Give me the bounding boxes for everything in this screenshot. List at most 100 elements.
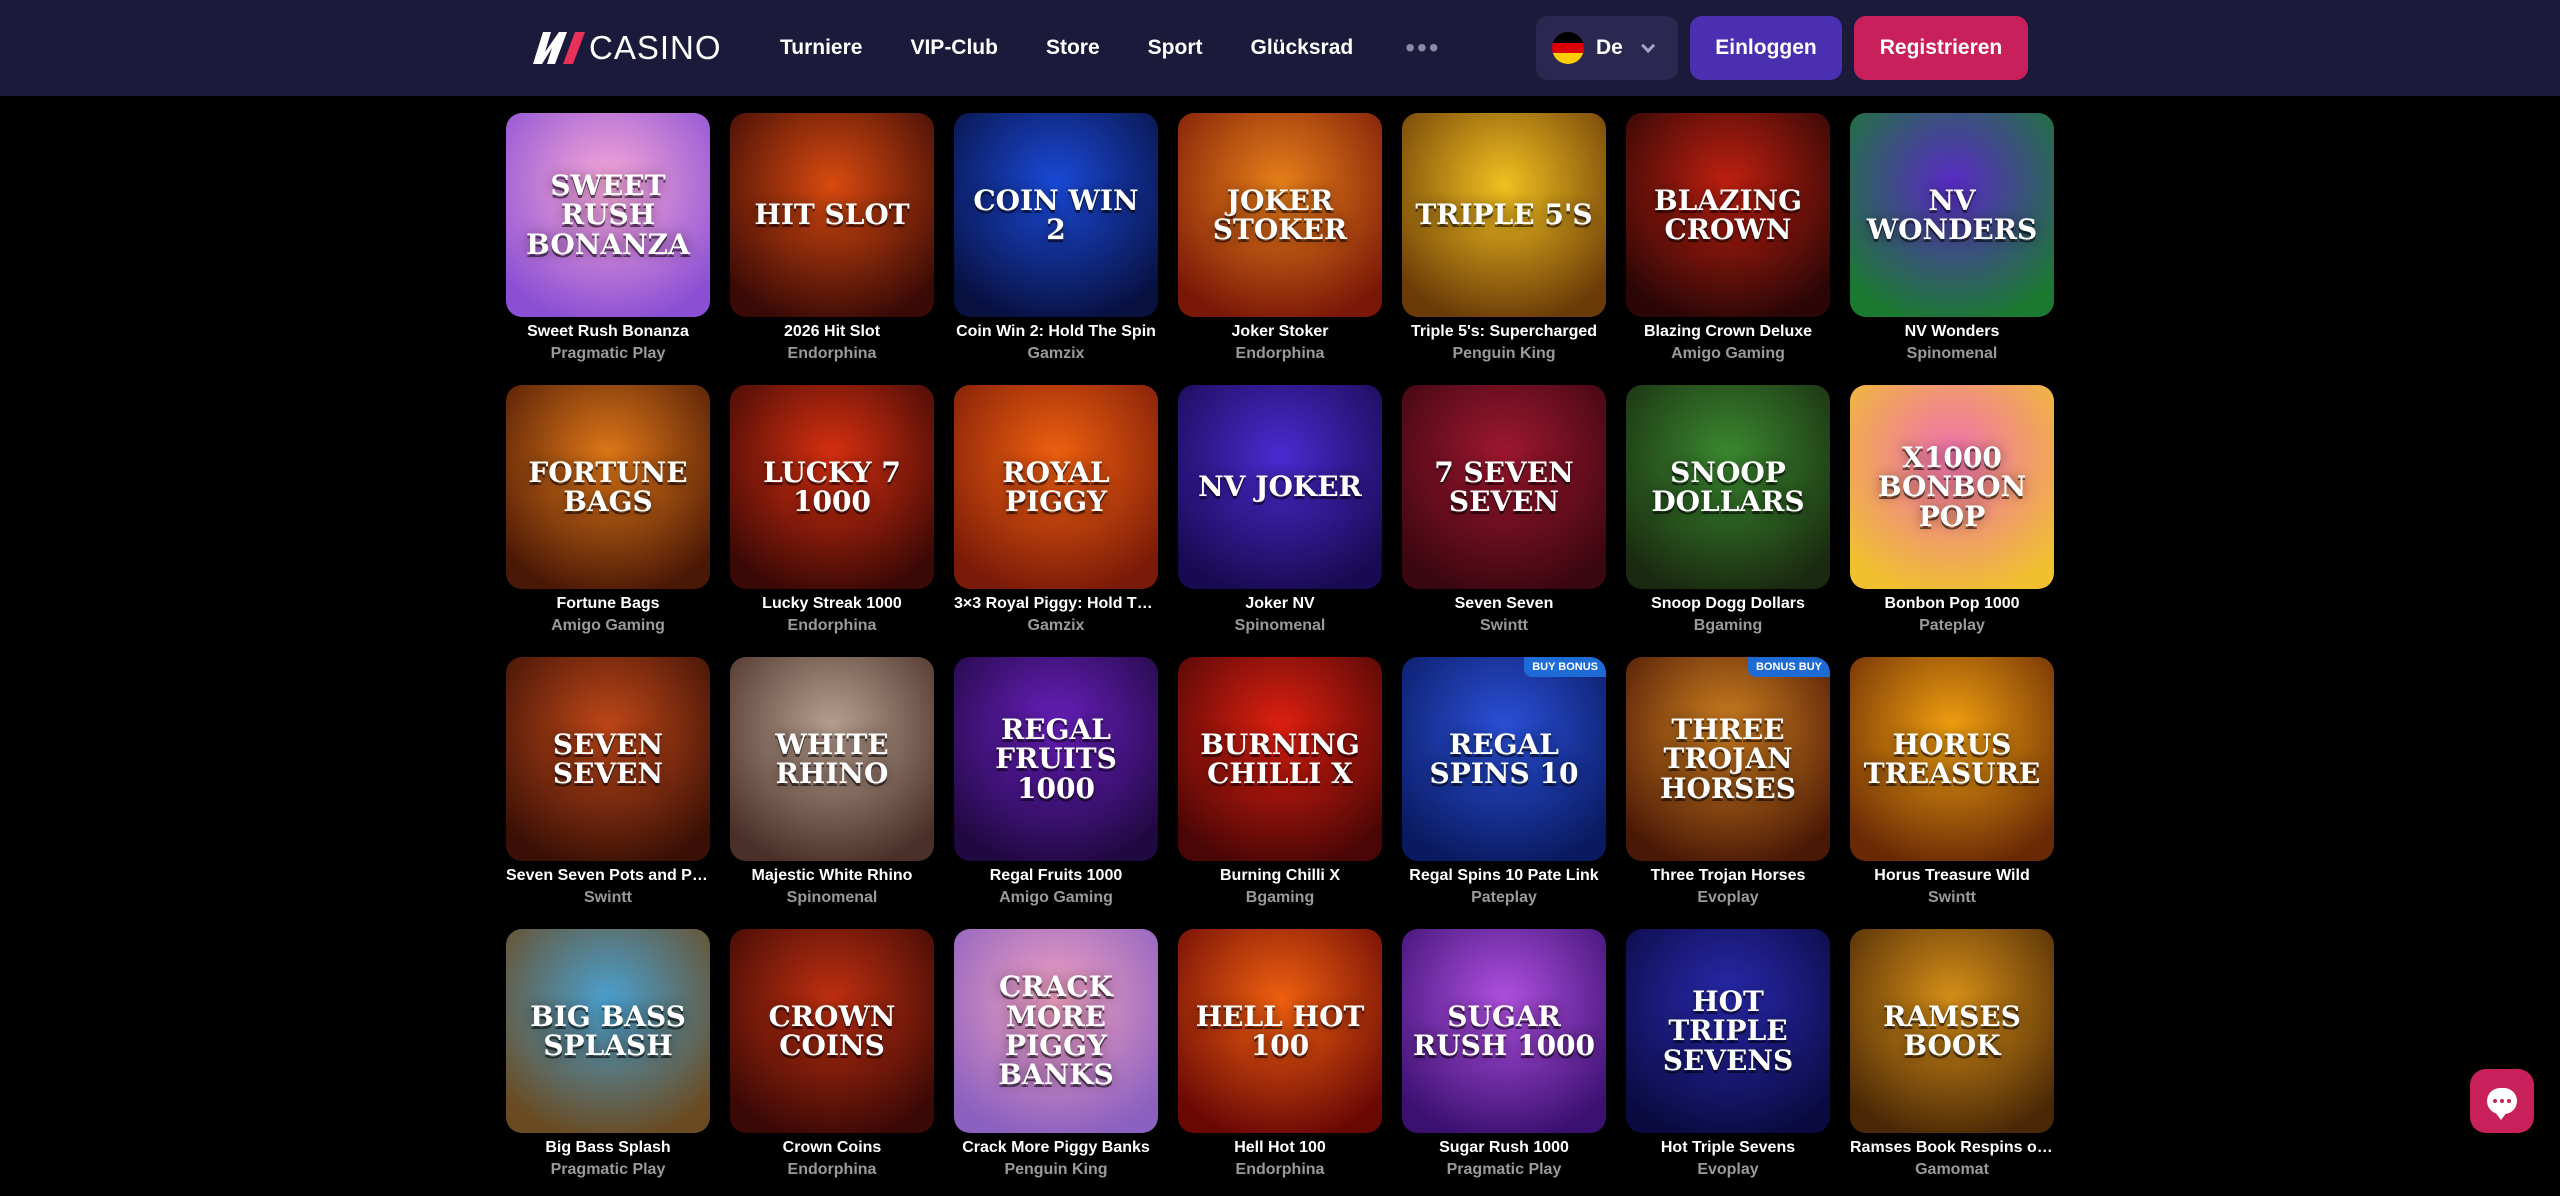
game-name[interactable]: Joker Stoker: [1178, 323, 1382, 341]
game-thumbnail[interactable]: Regal Spins 10 BUY BONUS: [1402, 657, 1606, 861]
game-tile[interactable]: Lucky 7 1000 Lucky Streak 1000 Endorphina: [730, 385, 934, 657]
game-name[interactable]: Hot Triple Sevens: [1626, 1139, 1830, 1157]
game-name[interactable]: Fortune Bags: [506, 595, 710, 613]
game-name[interactable]: Seven Seven: [1402, 595, 1606, 613]
nav-gluecksrad[interactable]: Glücksrad: [1250, 36, 1353, 60]
game-name[interactable]: Horus Treasure Wild: [1850, 867, 2054, 885]
game-thumbnail[interactable]: x1000 Bonbon Pop: [1850, 385, 2054, 589]
game-thumbnail[interactable]: Crack More Piggy Banks: [954, 929, 1158, 1133]
game-thumbnail[interactable]: Royal Piggy: [954, 385, 1158, 589]
game-tile[interactable]: Horus Treasure Horus Treasure Wild Swintt: [1850, 657, 2054, 929]
game-thumbnail[interactable]: Fortune Bags: [506, 385, 710, 589]
game-art-title: Triple 5's: [1415, 198, 1593, 232]
game-tile[interactable]: Three Trojan Horses BONUS BUY Three Trojan…: [1626, 657, 1830, 929]
game-tile[interactable]: Sugar Rush 1000 Sugar Rush 1000 Pragmatic …: [1402, 929, 1606, 1196]
game-name[interactable]: 2026 Hit Slot: [730, 323, 934, 341]
game-thumbnail[interactable]: White Rhino: [730, 657, 934, 861]
game-art-title: Fortune Bags: [528, 455, 688, 518]
game-tile[interactable]: White Rhino Majestic White Rhino Spinomena…: [730, 657, 934, 929]
game-name[interactable]: Sugar Rush 1000: [1402, 1139, 1606, 1157]
game-thumbnail[interactable]: Big Bass Splash: [506, 929, 710, 1133]
casino-logo[interactable]: CASINO: [533, 28, 722, 68]
nav-sport[interactable]: Sport: [1148, 36, 1203, 60]
game-tile[interactable]: Big Bass Splash Big Bass Splash Pragmatic …: [506, 929, 710, 1196]
game-thumbnail[interactable]: Hot Triple Sevens: [1626, 929, 1830, 1133]
game-tile[interactable]: 7 Seven Seven Seven Seven Swintt: [1402, 385, 1606, 657]
nav-vip-club[interactable]: VIP-Club: [910, 36, 998, 60]
game-tile[interactable]: NV Wonders NV Wonders Spinomenal: [1850, 113, 2054, 385]
game-thumbnail[interactable]: Joker Stoker: [1178, 113, 1382, 317]
game-name[interactable]: Regal Spins 10 Pate Link: [1402, 867, 1606, 885]
nav-turniere[interactable]: Turniere: [780, 36, 862, 60]
game-tile[interactable]: Triple 5's Triple 5's: Supercharged Pengui…: [1402, 113, 1606, 385]
game-name[interactable]: Lucky Streak 1000: [730, 595, 934, 613]
game-thumbnail[interactable]: Ramses Book: [1850, 929, 2054, 1133]
game-name[interactable]: Big Bass Splash: [506, 1139, 710, 1157]
game-thumbnail[interactable]: NV Joker: [1178, 385, 1382, 589]
game-name[interactable]: Blazing Crown Deluxe: [1626, 323, 1830, 341]
game-art-title: Coin Win 2: [973, 183, 1139, 246]
game-tile[interactable]: Joker Stoker Joker Stoker Endorphina: [1178, 113, 1382, 385]
nav-store[interactable]: Store: [1046, 36, 1100, 60]
game-tile[interactable]: Crown Coins Crown Coins Endorphina: [730, 929, 934, 1196]
game-tile[interactable]: Royal Piggy 3×3 Royal Piggy: Hold The Spi…: [954, 385, 1158, 657]
game-thumbnail[interactable]: 7 Seven Seven: [1402, 385, 1606, 589]
game-tile[interactable]: Blazing Crown Blazing Crown Deluxe Amigo G…: [1626, 113, 1830, 385]
chat-button[interactable]: [2470, 1069, 2534, 1133]
game-name[interactable]: Crack More Piggy Banks: [954, 1139, 1158, 1157]
game-name[interactable]: Joker NV: [1178, 595, 1382, 613]
game-provider: Pateplay: [1471, 889, 1537, 906]
game-provider: Evoplay: [1697, 889, 1759, 906]
game-name[interactable]: Triple 5's: Supercharged: [1402, 323, 1606, 341]
game-name[interactable]: Seven Seven Pots and Pearls: [506, 867, 710, 885]
game-tile[interactable]: Hit Slot 2026 Hit Slot Endorphina: [730, 113, 934, 385]
game-tile[interactable]: Regal Spins 10 BUY BONUS Regal Spins 10 Pa…: [1402, 657, 1606, 929]
language-selector[interactable]: De: [1536, 16, 1678, 80]
game-thumbnail[interactable]: NV Wonders: [1850, 113, 2054, 317]
game-thumbnail[interactable]: Crown Coins: [730, 929, 934, 1133]
game-name[interactable]: Three Trojan Horses: [1626, 867, 1830, 885]
game-name[interactable]: Regal Fruits 1000: [954, 867, 1158, 885]
game-tile[interactable]: Snoop Dollars Snoop Dogg Dollars Bgaming: [1626, 385, 1830, 657]
game-thumbnail[interactable]: Sugar Rush 1000: [1402, 929, 1606, 1133]
game-tile[interactable]: Crack More Piggy Banks Crack More Piggy B…: [954, 929, 1158, 1196]
game-tile[interactable]: Sweet Rush Bonanza Sweet Rush Bonanza Prag…: [506, 113, 710, 385]
game-thumbnail[interactable]: Blazing Crown: [1626, 113, 1830, 317]
game-name[interactable]: Crown Coins: [730, 1139, 934, 1157]
game-tile[interactable]: Burning Chilli X Burning Chilli X Bgaming: [1178, 657, 1382, 929]
game-thumbnail[interactable]: Burning Chilli X: [1178, 657, 1382, 861]
game-tile[interactable]: Regal Fruits 1000 Regal Fruits 1000 Amigo …: [954, 657, 1158, 929]
game-tile[interactable]: Coin Win 2 Coin Win 2: Hold The Spin Gamzi…: [954, 113, 1158, 385]
game-name[interactable]: Majestic White Rhino: [730, 867, 934, 885]
game-tile[interactable]: Hot Triple Sevens Hot Triple Sevens Evopla…: [1626, 929, 1830, 1196]
game-tile[interactable]: x1000 Bonbon Pop Bonbon Pop 1000 Pateplay: [1850, 385, 2054, 657]
game-tile[interactable]: Hell Hot 100 Hell Hot 100 Endorphina: [1178, 929, 1382, 1196]
game-thumbnail[interactable]: Regal Fruits 1000: [954, 657, 1158, 861]
register-button[interactable]: Registrieren: [1854, 16, 2028, 80]
game-thumbnail[interactable]: Lucky 7 1000: [730, 385, 934, 589]
game-thumbnail[interactable]: Sweet Rush Bonanza: [506, 113, 710, 317]
game-name[interactable]: NV Wonders: [1850, 323, 2054, 341]
game-thumbnail[interactable]: Hit Slot: [730, 113, 934, 317]
more-dots-icon[interactable]: •••: [1405, 32, 1440, 64]
game-name[interactable]: Sweet Rush Bonanza: [506, 323, 710, 341]
game-name[interactable]: Bonbon Pop 1000: [1850, 595, 2054, 613]
game-thumbnail[interactable]: Three Trojan Horses BONUS BUY: [1626, 657, 1830, 861]
game-name[interactable]: Ramses Book Respins of Amun-Re: [1850, 1139, 2054, 1157]
game-tile[interactable]: NV Joker Joker NV Spinomenal: [1178, 385, 1382, 657]
game-tile[interactable]: Fortune Bags Fortune Bags Amigo Gaming: [506, 385, 710, 657]
game-name[interactable]: Hell Hot 100: [1178, 1139, 1382, 1157]
game-thumbnail[interactable]: Seven Seven: [506, 657, 710, 861]
game-name[interactable]: Snoop Dogg Dollars: [1626, 595, 1830, 613]
game-thumbnail[interactable]: Hell Hot 100: [1178, 929, 1382, 1133]
game-name[interactable]: Coin Win 2: Hold The Spin: [954, 323, 1158, 341]
game-thumbnail[interactable]: Triple 5's: [1402, 113, 1606, 317]
login-button[interactable]: Einloggen: [1690, 16, 1842, 80]
game-thumbnail[interactable]: Horus Treasure: [1850, 657, 2054, 861]
game-name[interactable]: Burning Chilli X: [1178, 867, 1382, 885]
game-tile[interactable]: Seven Seven Seven Seven Pots and Pearls Sw…: [506, 657, 710, 929]
game-thumbnail[interactable]: Coin Win 2: [954, 113, 1158, 317]
game-thumbnail[interactable]: Snoop Dollars: [1626, 385, 1830, 589]
game-tile[interactable]: Ramses Book Ramses Book Respins of Amun-R…: [1850, 929, 2054, 1196]
game-name[interactable]: 3×3 Royal Piggy: Hold The Spin: [954, 595, 1158, 613]
